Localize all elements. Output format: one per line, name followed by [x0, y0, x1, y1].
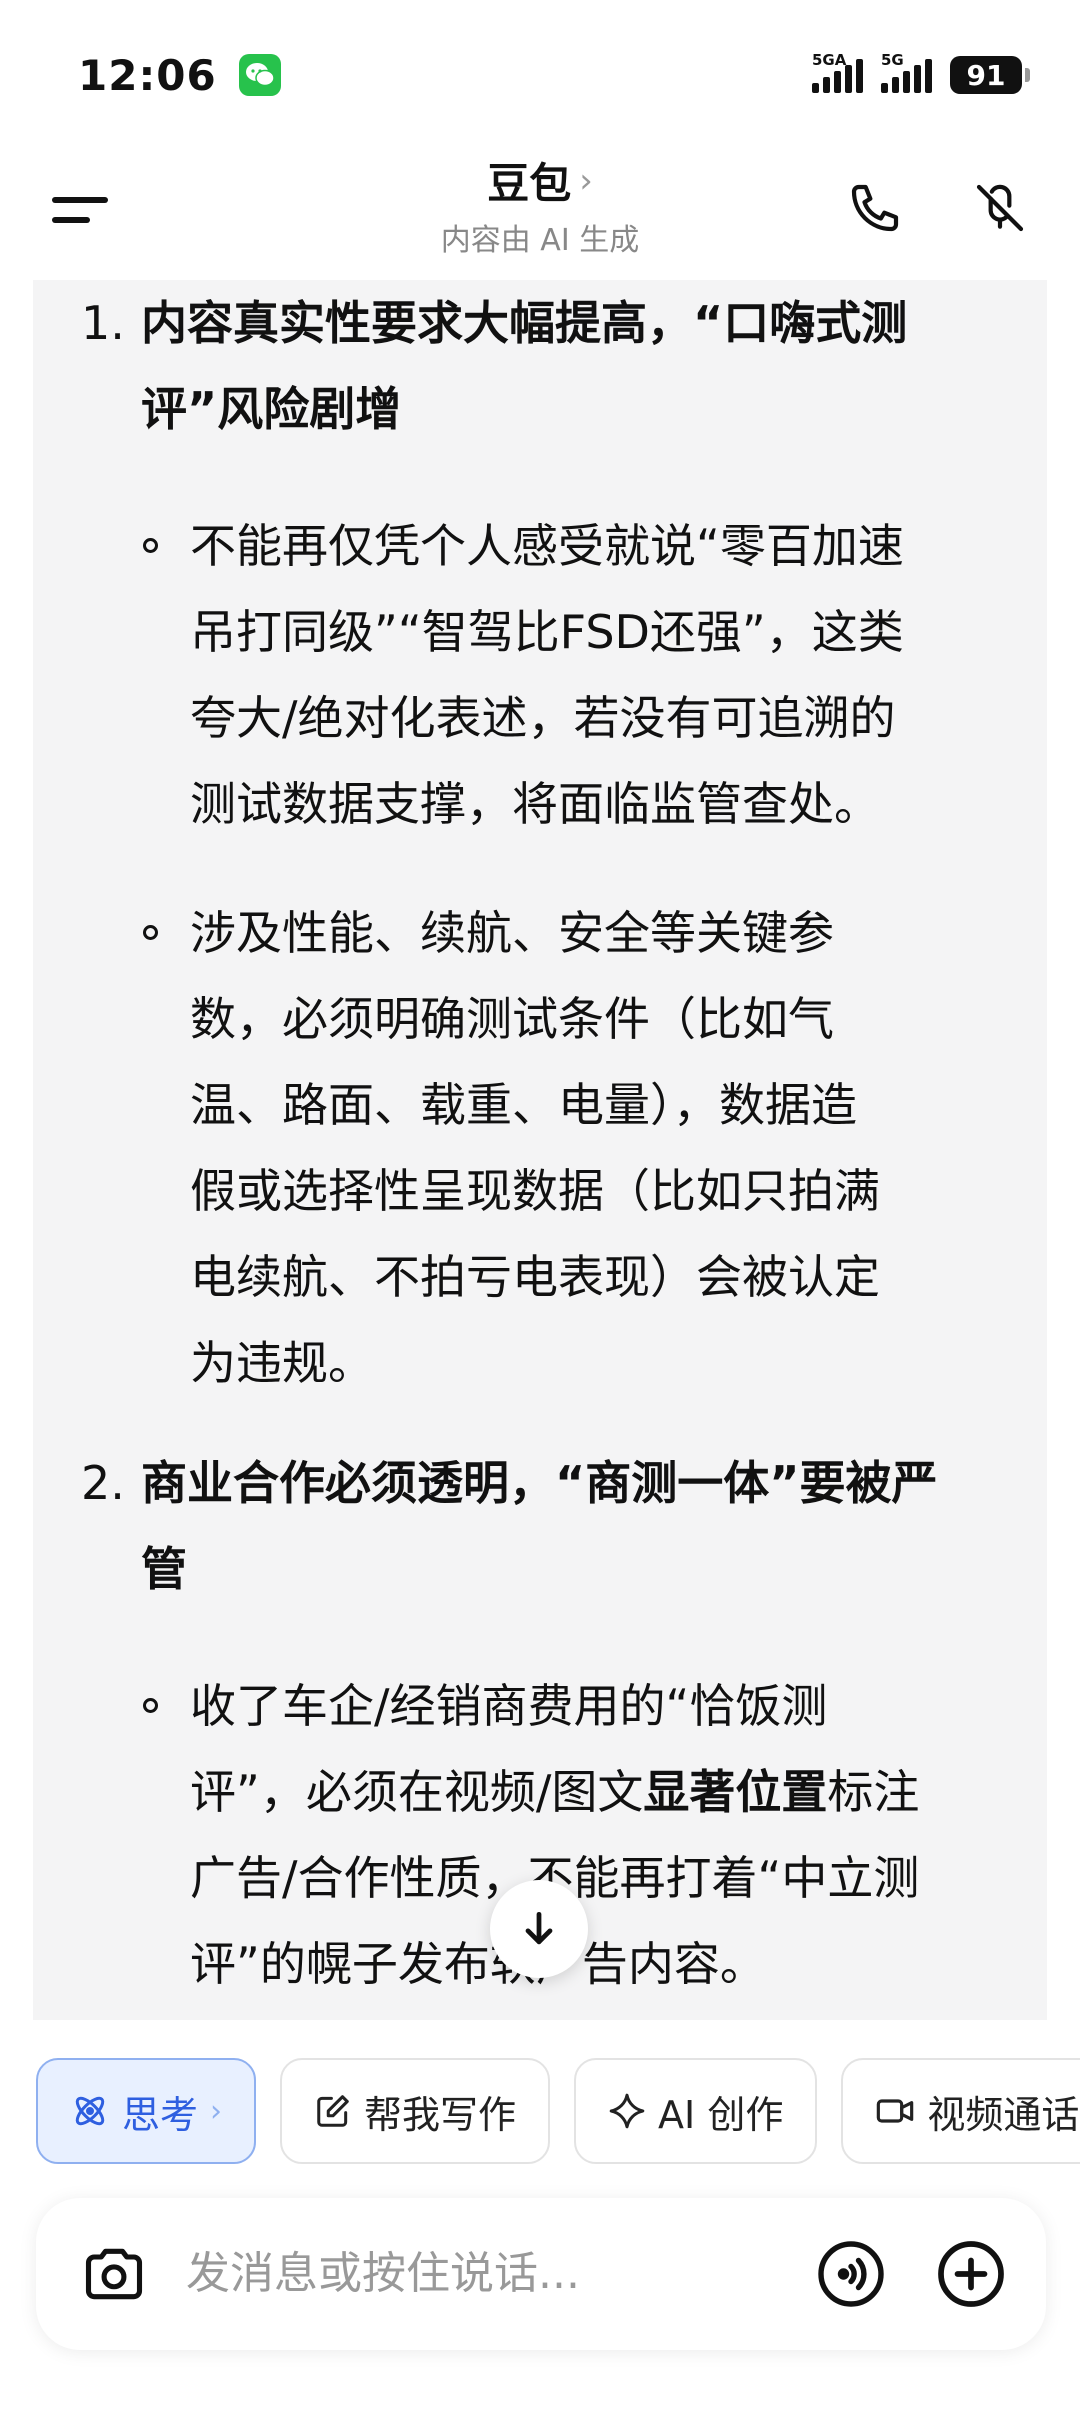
message-input-bar: [36, 2198, 1046, 2350]
bullet-text: 夸大/绝对化表述，若没有可追溯的: [190, 691, 896, 745]
status-bar: 12:06 5GA 5G 91: [0, 0, 1080, 150]
bullet-icon: [143, 1698, 158, 1713]
chevron-right-icon: ›: [579, 160, 593, 201]
chip-label: 帮我写作: [364, 2092, 517, 2137]
bullet-text: 电续航、不拍亏电表现）会被认定: [190, 1250, 880, 1304]
bullet-text: 测试数据支撑，将面临监管查处。: [190, 777, 880, 831]
list-heading: 管: [141, 1542, 187, 1596]
bullet-text: 为违规。: [190, 1336, 374, 1390]
bullet-text: 吊打同级”“智驾比FSD还强”，这类: [190, 605, 904, 659]
phone-icon[interactable]: [835, 168, 915, 248]
chip-ai-create[interactable]: AI 创作: [574, 2058, 818, 2164]
camera-icon[interactable]: [76, 2236, 152, 2312]
sparkle-icon: [609, 2093, 645, 2129]
signal-label: 5G: [881, 51, 904, 69]
menu-icon[interactable]: [52, 180, 112, 240]
chat-header: 豆包 › 内容由 AI 生成: [0, 150, 1080, 280]
chat-title: 豆包: [487, 159, 572, 208]
signal-label: 5GA: [812, 51, 847, 69]
bullet-text: 评”的幌子发布软广告内容。: [190, 1937, 766, 1991]
list-heading: 内容真实性要求大幅提高，“口嗨式测: [141, 296, 908, 350]
list-heading: 评”风险剧增: [141, 382, 402, 436]
scroll-to-bottom-button[interactable]: [490, 1880, 588, 1978]
wechat-icon: [238, 54, 281, 96]
chip-label: 视频通话: [927, 2092, 1080, 2137]
voice-icon[interactable]: [811, 2234, 891, 2314]
signal-5g-icon: 5G: [881, 51, 932, 93]
list-heading: 商业合作必须透明，“商测一体”要被严: [141, 1456, 938, 1510]
bullet-text: 收了车企/经销商费用的“恰饭测: [190, 1679, 828, 1733]
bullet-text: 假或选择性呈现数据（比如只拍满: [190, 1164, 880, 1218]
chip-think[interactable]: 思考 ›: [36, 2058, 257, 2164]
bullet-text: 数，必须明确测试条件（比如气: [190, 992, 834, 1046]
atom-icon: [75, 2096, 105, 2126]
chip-help-write[interactable]: 帮我写作: [280, 2058, 551, 2164]
bullet-text: 涉及性能、续航、安全等关键参: [190, 906, 834, 960]
edit-icon: [317, 2095, 349, 2127]
bullet-text: 评”，必须在视频/图文显著位置标注: [190, 1765, 920, 1819]
status-time: 12:06: [78, 50, 217, 100]
bullet-text: 不能再仅凭个人感受就说“零百加速: [190, 519, 904, 573]
battery-level: 91: [950, 56, 1022, 94]
chip-label: 思考: [122, 2092, 199, 2137]
bullet-icon: [143, 925, 158, 940]
quick-action-chips: 思考 › 帮我写作 AI 创作 视频通话: [36, 2058, 1080, 2164]
chip-label: AI 创作: [658, 2092, 784, 2137]
battery-icon: 91: [950, 56, 1030, 94]
speaker-mute-icon[interactable]: [960, 168, 1040, 248]
message-content: 1. 内容真实性要求大幅提高，“口嗨式测 评”风险剧增 不能再仅凭个人感受就说“…: [33, 280, 1047, 2020]
chat-subtitle: 内容由 AI 生成: [440, 223, 640, 258]
video-icon: [877, 2099, 914, 2123]
arrow-down-icon: [525, 1911, 553, 1945]
plus-icon[interactable]: [931, 2234, 1011, 2314]
message-input[interactable]: [186, 2238, 786, 2308]
bullet-text: 温、路面、载重、电量），数据造: [190, 1078, 857, 1132]
chat-title-block[interactable]: 豆包 › 内容由 AI 生成: [340, 150, 740, 259]
signal-5ga-icon: 5GA: [812, 51, 863, 93]
bullet-text: 广告/合作性质，不能再打着“中立测: [190, 1851, 920, 1905]
list-number: 2.: [81, 1456, 125, 1510]
list-number: 1.: [81, 296, 125, 350]
bold-text: 显著位置: [643, 1765, 828, 1819]
chevron-right-icon: ›: [210, 2093, 223, 2129]
chip-video-call[interactable]: 视频通话: [841, 2058, 1080, 2164]
bullet-icon: [143, 538, 158, 553]
